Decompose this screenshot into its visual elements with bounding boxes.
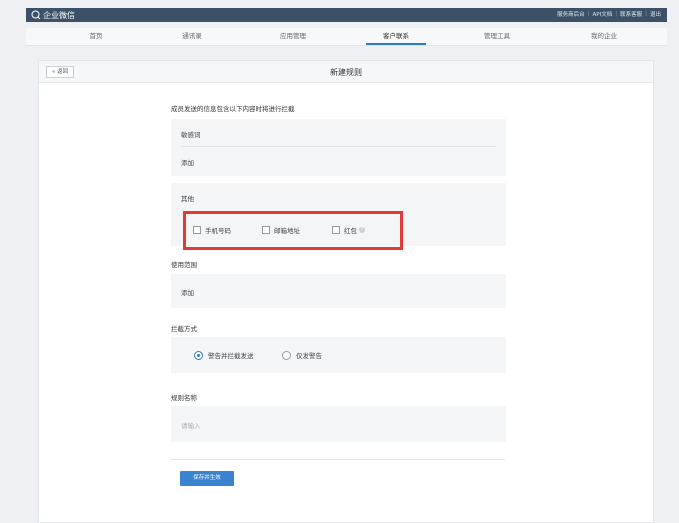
nav-management-tools[interactable]: 管理工具	[467, 31, 527, 45]
sensitive-words-label: 敏感词	[181, 131, 201, 139]
brand-name: 企业微信	[43, 10, 75, 20]
separator: |	[615, 11, 618, 17]
radio-warn-and-block[interactable]: 警告并拦截发送	[194, 350, 254, 360]
radio-label: 警告并拦截发送	[208, 352, 254, 360]
method-label: 拦截方式	[171, 325, 197, 333]
annotation-highlight-box	[183, 211, 403, 250]
wechat-work-icon	[31, 10, 41, 20]
scope-add[interactable]: 添加	[181, 287, 194, 297]
nav-customer-contact[interactable]: 客户联系	[366, 31, 426, 45]
brand-logo[interactable]: 企业微信	[31, 9, 75, 21]
rule-name-input[interactable]: 请输入	[171, 406, 506, 442]
nav-contacts[interactable]: 通讯录	[162, 31, 222, 45]
separator: |	[587, 11, 590, 17]
other-label: 其他	[181, 195, 194, 203]
radio-button[interactable]	[194, 350, 203, 360]
radio-button[interactable]	[282, 350, 291, 360]
sensitive-words-box: 敏感词 添加	[171, 119, 506, 176]
page-title: 新建规则	[330, 68, 362, 77]
nav-app-management[interactable]: 应用管理	[263, 31, 323, 45]
scope-box[interactable]: 添加	[171, 274, 506, 308]
link-api-docs[interactable]: API文档	[593, 10, 613, 18]
radio-label: 仅发警告	[296, 352, 322, 360]
form-divider	[170, 459, 505, 460]
scope-label: 使用范围	[171, 261, 197, 269]
nav-home[interactable]: 首页	[66, 31, 126, 45]
rule-form-card: « 返回 新建规则 成员发送的信息包含以下内容时将进行拦截 敏感词 添加 其他 …	[38, 60, 654, 523]
radio-warn-only[interactable]: 仅发警告	[282, 350, 322, 360]
divider	[181, 146, 496, 147]
separator: |	[645, 11, 647, 17]
nav-my-enterprise[interactable]: 我的企业	[574, 31, 634, 45]
rule-name-label: 规则名称	[171, 394, 197, 402]
link-logout[interactable]: 退出	[650, 10, 661, 18]
top-links: 服务商后台 | API文档 | 联系客服 | 退出	[557, 10, 661, 18]
intercept-intro-label: 成员发送的信息包含以下内容时将进行拦截	[171, 105, 295, 113]
main-nav: 首页 通讯录 应用管理 客户联系 管理工具 我的企业	[26, 28, 667, 46]
link-contact-support[interactable]: 联系客服	[620, 10, 642, 18]
top-bar: 企业微信 服务商后台 | API文档 | 联系客服 | 退出	[26, 8, 667, 22]
link-partner-console[interactable]: 服务商后台	[557, 10, 585, 18]
save-and-apply-button[interactable]: 保存并生效	[180, 471, 234, 486]
card-header: « 返回 新建规则	[39, 61, 653, 83]
sensitive-words-add[interactable]: 添加	[181, 157, 194, 167]
rule-name-placeholder: 请输入	[181, 422, 201, 430]
